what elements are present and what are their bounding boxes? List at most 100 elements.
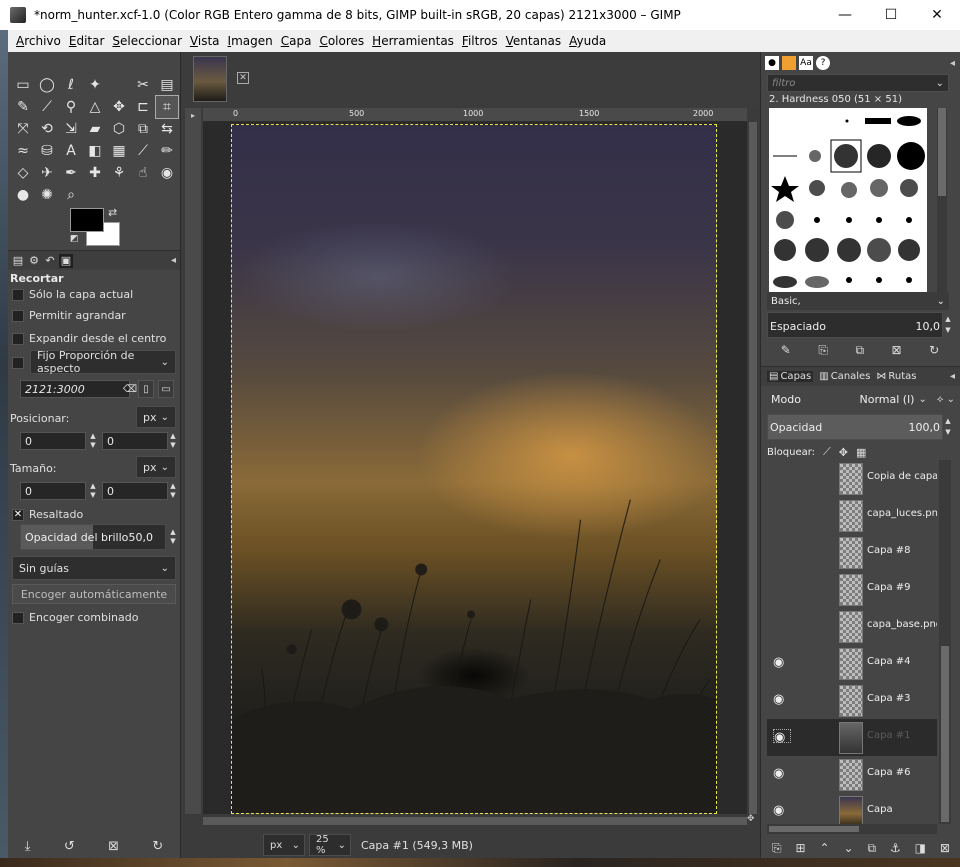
airbrush-tool-icon[interactable]: ✈	[36, 162, 58, 184]
device-status-tab-icon[interactable]: ⚙	[27, 254, 41, 268]
auto-shrink-button[interactable]: Encoger automáticamente	[12, 584, 176, 604]
layer-list-scrollbar[interactable]	[939, 460, 951, 824]
brush-scroll-thumb[interactable]	[938, 108, 946, 196]
ellipse-select-tool-icon[interactable]: ◯	[36, 74, 58, 96]
rotate-tool-icon[interactable]: ⟲	[36, 118, 58, 140]
lock-position-icon[interactable]: ✥	[839, 446, 848, 459]
warp-transform-tool-icon[interactable]: ≈	[12, 140, 34, 162]
lock-pixels-icon[interactable]: ⟋	[823, 445, 831, 459]
gradient-tool-icon[interactable]: ◧	[84, 140, 106, 162]
free-select-tool-icon[interactable]: ℓ	[60, 74, 82, 96]
tab-menu-icon[interactable]: ◂	[950, 371, 955, 382]
undo-history-tab-icon[interactable]: ↶	[43, 254, 57, 268]
highlight-opacity-slider[interactable]: Opacidad del brillo 50,0	[20, 524, 166, 550]
menu-herramientas[interactable]: Herramientas	[368, 34, 458, 48]
menu-filtros[interactable]: Filtros	[458, 34, 502, 48]
visibility-eye-icon[interactable]	[773, 544, 791, 558]
brush-grid[interactable]	[769, 108, 927, 292]
visibility-eye-icon[interactable]: ◉	[773, 766, 791, 781]
lock-alpha-icon[interactable]: ▦	[856, 446, 866, 459]
visibility-eye-icon[interactable]: ◉	[773, 729, 791, 745]
perspective-tool-icon[interactable]: ⬡	[108, 118, 130, 140]
position-unit-select[interactable]: px ⌄	[136, 406, 176, 428]
eraser-tool-icon[interactable]: ◇	[12, 162, 34, 184]
brush-scrollbar[interactable]	[937, 108, 947, 292]
visibility-eye-icon[interactable]	[773, 581, 791, 595]
scale-tool-icon[interactable]: ⇲	[60, 118, 82, 140]
layer-row[interactable]: Capa #8	[767, 534, 937, 571]
zoom-tool-icon[interactable]: ⚲	[60, 96, 82, 118]
delete-brush-icon[interactable]: ⊠	[892, 343, 902, 357]
duplicate-layer-icon[interactable]: ⧉	[867, 841, 876, 856]
visibility-eye-icon[interactable]	[773, 618, 791, 632]
visibility-eye-icon[interactable]: ◉	[773, 655, 791, 670]
brush-tag-select[interactable]: Basic, ⌄	[767, 292, 949, 310]
navigate-icon[interactable]: ✥	[747, 814, 759, 826]
cage-transform-tool-icon[interactable]: ⧉	[132, 118, 154, 140]
restore-options-icon[interactable]: ↺	[64, 839, 75, 854]
canvas-horizontal-scrollbar[interactable]	[203, 814, 747, 828]
fonts-tab-icon[interactable]: Aa	[799, 56, 813, 70]
menu-archivo[interactable]: Archivo	[12, 34, 65, 48]
canvas-vertical-scrollbar[interactable]	[747, 122, 759, 814]
layer-opacity-spinner[interactable]: ▲ ▼	[943, 416, 953, 438]
mypaint-brush-tool-icon[interactable]: ▦	[108, 140, 130, 162]
unit-select[interactable]: px ⌄	[263, 834, 305, 856]
layer-row[interactable]: Copia de capa_	[767, 460, 937, 497]
visibility-eye-icon[interactable]: ◉	[773, 692, 791, 707]
delete-options-icon[interactable]: ⊠	[108, 839, 119, 854]
visibility-eye-icon[interactable]	[773, 507, 791, 521]
new-brush-icon[interactable]: ⎘	[818, 343, 828, 358]
layer-hscroll-thumb[interactable]	[769, 826, 859, 832]
menu-seleccionar[interactable]: Seleccionar	[108, 34, 186, 48]
menu-vista[interactable]: Vista	[186, 34, 224, 48]
menu-imagen[interactable]: Imagen	[224, 34, 277, 48]
menu-colores[interactable]: Colores	[315, 34, 368, 48]
allow-growing-checkbox[interactable]: Permitir agrandar	[12, 309, 126, 322]
default-colors-icon[interactable]: ◩	[70, 234, 79, 244]
align-tool-icon[interactable]: ⊏	[132, 96, 154, 118]
brushes-tab-icon[interactable]: ●	[765, 56, 779, 70]
ink-tool-icon[interactable]: ✒	[60, 162, 82, 184]
fixed-mode-select[interactable]: Fijo Proporción de aspecto ⌄	[30, 349, 176, 375]
duplicate-brush-icon[interactable]: ⧉	[855, 343, 864, 358]
shear-tool-icon[interactable]: ▰	[84, 118, 106, 140]
size-width-spinner[interactable]: ▲ ▼	[88, 482, 98, 500]
crop-tool-icon[interactable]: ⌗	[155, 95, 179, 119]
portrait-orientation-icon[interactable]: ▯	[138, 380, 154, 398]
position-y-input[interactable]: 0	[102, 432, 168, 450]
clear-field-icon[interactable]: ⌫	[122, 380, 138, 398]
images-tab-icon[interactable]: ▣	[59, 253, 73, 268]
maximize-button[interactable]: ☐	[868, 0, 914, 30]
anchor-layer-icon[interactable]: ⚓	[890, 841, 901, 855]
edit-brush-icon[interactable]: ✎	[781, 343, 791, 357]
visibility-eye-icon[interactable]	[773, 470, 791, 484]
mode-options-icon[interactable]: ⟡ ⌄	[937, 394, 955, 405]
unified-transform-tool-icon[interactable]: ⤧	[12, 118, 34, 140]
lower-layer-icon[interactable]: ⌄	[843, 841, 853, 855]
size-width-input[interactable]: 0	[20, 482, 86, 500]
vertical-scroll-thumb[interactable]	[749, 122, 757, 814]
shrink-merged-checkbox[interactable]: Encoger combinado	[12, 611, 138, 624]
aspect-ratio-field[interactable]: 2121:3000	[20, 380, 130, 398]
dodge-burn-tool-icon[interactable]: ●	[12, 184, 34, 206]
raise-layer-icon[interactable]: ⌃	[819, 841, 829, 855]
layer-opacity-slider[interactable]: Opacidad 100,0	[767, 414, 943, 440]
rect-select-tool-icon[interactable]: ▭	[12, 74, 34, 96]
new-layer-icon[interactable]: ⎘	[772, 841, 782, 856]
size-height-input[interactable]: 0	[102, 482, 168, 500]
spacing-spinner[interactable]: ▲ ▼	[943, 314, 953, 336]
heal-tool-icon[interactable]: ✚	[84, 162, 106, 184]
position-y-spinner[interactable]: ▲ ▼	[168, 432, 178, 450]
layer-row[interactable]: ◉ Capa #3	[767, 682, 937, 719]
layer-row[interactable]: Capa #9	[767, 571, 937, 608]
flip-tool-icon[interactable]: ⇆	[156, 118, 178, 140]
brush-spacing-slider[interactable]: Espaciado 10,0	[767, 312, 943, 338]
foreground-color-swatch[interactable]	[70, 208, 104, 232]
patterns-tab-icon[interactable]	[782, 56, 796, 70]
image-canvas[interactable]	[231, 124, 717, 814]
guides-select[interactable]: Sin guías ⌄	[12, 556, 176, 580]
new-layer-group-icon[interactable]: ⊞	[795, 841, 805, 855]
menu-ventanas[interactable]: Ventanas	[502, 34, 566, 48]
menu-capa[interactable]: Capa	[277, 34, 316, 48]
